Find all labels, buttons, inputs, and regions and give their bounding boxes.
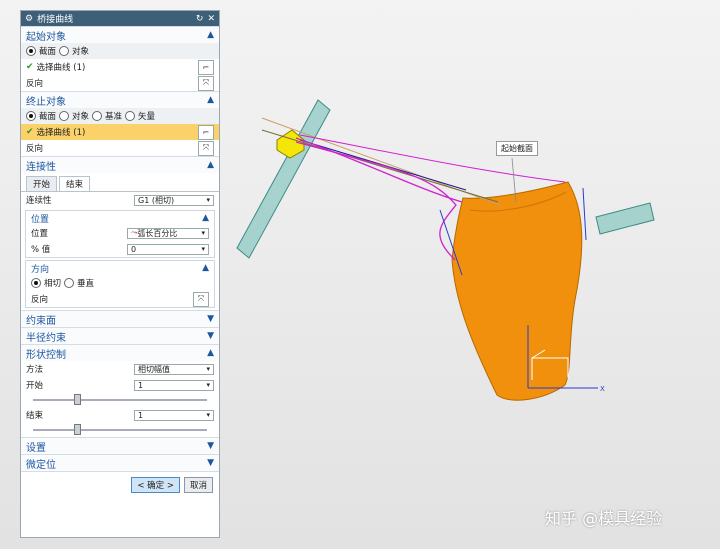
shape-start-row: 开始 1 ▾ — [21, 377, 219, 393]
chevron-up-icon: ▲ — [207, 95, 214, 105]
shape-start-slider[interactable] — [33, 393, 207, 407]
axis-x-label: X — [600, 385, 605, 393]
cancel-button[interactable]: 取消 — [183, 477, 213, 493]
end-select-curve-row[interactable]: ✔ 选择曲线 (1) ⌐ — [21, 124, 219, 140]
constraint-face-section-header[interactable]: 约束面 ▼ — [21, 310, 219, 327]
dropdown-arrow-icon: ▾ — [206, 381, 210, 389]
chevron-up-icon: ▲ — [207, 348, 214, 358]
radio-tangent[interactable] — [31, 278, 41, 288]
3d-viewport[interactable]: X — [222, 0, 720, 549]
percent-row: % 值 0 ▾ — [26, 241, 214, 257]
close-icon[interactable]: ✕ — [207, 14, 215, 24]
chevron-up-icon: ▲ — [202, 213, 209, 223]
slider-thumb[interactable] — [73, 424, 81, 435]
radio-end-vector[interactable] — [125, 111, 136, 121]
direction-radio-group: 相切 垂直 — [26, 275, 214, 291]
radio-start-section[interactable] — [26, 46, 36, 56]
end-object-type-radio-group: 截面 对象 基准 矢量 — [21, 108, 219, 124]
dropdown-arrow-icon: ▾ — [206, 365, 210, 373]
dropdown-arrow-icon: ▾ — [201, 229, 205, 237]
start-object-section-header[interactable]: 起始对象 ▲ — [21, 26, 219, 43]
continuity-dropdown[interactable]: G1 (相切) ▾ — [134, 194, 214, 206]
chevron-down-icon: ▼ — [207, 314, 214, 324]
dialog-title: 桥接曲线 — [37, 15, 74, 25]
end-object-section-header[interactable]: 终止对象 ▲ — [21, 91, 219, 108]
shape-end-input[interactable]: 1 ▾ — [134, 409, 214, 421]
tab-end[interactable]: 结束 — [59, 176, 91, 191]
reset-icon[interactable]: ↻ — [196, 14, 204, 24]
position-row: 位置 ⤳ 弧长百分比 ▾ — [26, 225, 214, 241]
bridge-curve — [295, 137, 463, 203]
reverse-direction-icon[interactable]: ⤧ — [198, 140, 214, 156]
dropdown-arrow-icon: ▾ — [206, 411, 210, 419]
chevron-up-icon: ▲ — [207, 30, 214, 40]
position-group-header[interactable]: 位置 ▲ — [26, 211, 214, 225]
reverse-direction-icon[interactable]: ⤧ — [193, 291, 209, 307]
radio-end-datum[interactable] — [92, 111, 103, 121]
select-curve-icon[interactable]: ⌐ — [198, 59, 214, 75]
watermark: 知乎 @模具经验 — [545, 509, 663, 528]
select-curve-icon[interactable]: ⌐ — [198, 124, 214, 140]
shape-end-slider[interactable] — [33, 423, 207, 437]
chevron-up-icon: ▲ — [202, 263, 209, 273]
direction-group: 方向 ▲ 相切 垂直 反向 ⤧ — [25, 260, 215, 308]
bridge-curve-dialog: ⚙ 桥接曲线 ↻ ✕ 起始对象 ▲ 截面 对象 ✔ 选择曲线 (1) ⌐ 反向 … — [20, 10, 220, 538]
continuity-row: 连续性 G1 (相切) ▾ — [21, 192, 219, 208]
check-icon: ✔ — [26, 62, 34, 72]
radio-normal[interactable] — [64, 278, 75, 288]
end-reverse-row: 反向 ⤧ — [21, 140, 219, 156]
start-section-label: 起始截面 — [496, 141, 538, 156]
dialog-titlebar: ⚙ 桥接曲线 ↻ ✕ — [21, 11, 219, 26]
chevron-down-icon: ▼ — [207, 331, 214, 341]
right-datum-plane — [595, 202, 655, 235]
fine-positioning-section-header[interactable]: 微定位 ▼ — [21, 454, 219, 471]
start-reverse-row: 反向 ⤧ — [21, 75, 219, 91]
method-dropdown[interactable]: 相切幅值 ▾ — [134, 363, 214, 375]
gear-icon[interactable]: ⚙ — [25, 14, 33, 24]
reverse-direction-icon[interactable]: ⤧ — [198, 75, 214, 91]
check-icon: ✔ — [26, 127, 34, 137]
settings-section-header[interactable]: 设置 ▼ — [21, 437, 219, 454]
direction-group-header[interactable]: 方向 ▲ — [26, 261, 214, 275]
start-select-curve-row[interactable]: ✔ 选择曲线 (1) ⌐ — [21, 59, 219, 75]
left-datum-plane — [236, 99, 331, 259]
orange-solid-body — [451, 181, 583, 401]
position-group: 位置 ▲ 位置 ⤳ 弧长百分比 ▾ % 值 0 ▾ — [25, 210, 215, 258]
shape-end-row: 结束 1 ▾ — [21, 407, 219, 423]
direction-reverse-row: 反向 ⤧ — [26, 291, 214, 307]
dialog-footer: < 确定 > 取消 — [21, 471, 219, 498]
percent-input[interactable]: 0 ▾ — [127, 243, 209, 255]
continuity-section-header[interactable]: 连接性 ▲ — [21, 156, 219, 173]
start-object-type-radio-group: 截面 对象 — [21, 43, 219, 59]
radius-constraint-section-header[interactable]: 半径约束 ▼ — [21, 327, 219, 344]
slider-thumb[interactable] — [73, 394, 81, 405]
chevron-up-icon: ▲ — [207, 160, 214, 170]
chevron-down-icon: ▼ — [207, 441, 214, 451]
radio-end-section[interactable] — [26, 111, 36, 121]
continuity-tabs: 开始 结束 — [21, 173, 219, 192]
dropdown-arrow-icon: ▾ — [201, 245, 205, 253]
method-row: 方法 相切幅值 ▾ — [21, 361, 219, 377]
ok-button[interactable]: < 确定 > — [131, 477, 180, 493]
shape-start-input[interactable]: 1 ▾ — [134, 379, 214, 391]
radio-start-object[interactable] — [59, 46, 70, 56]
tab-start[interactable]: 开始 — [26, 176, 58, 191]
radio-end-object[interactable] — [59, 111, 70, 121]
dropdown-arrow-icon: ▾ — [206, 196, 210, 204]
shape-control-section-header[interactable]: 形状控制 ▲ — [21, 344, 219, 361]
chevron-down-icon: ▼ — [207, 458, 214, 468]
position-dropdown[interactable]: ⤳ 弧长百分比 ▾ — [127, 227, 209, 239]
